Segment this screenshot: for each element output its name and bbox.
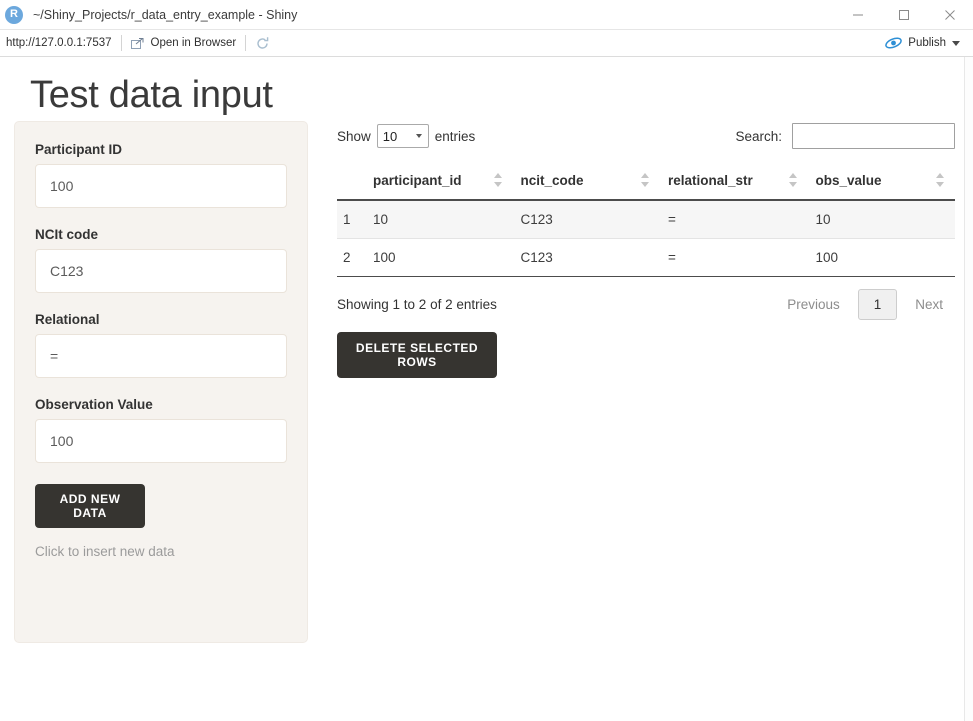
window-title: ~/Shiny_Projects/r_data_entry_example - … — [33, 7, 298, 22]
cell-obs-value: 100 — [807, 238, 955, 277]
add-new-data-button[interactable]: ADD NEW DATA — [35, 484, 145, 528]
show-label: Show — [337, 128, 371, 144]
row-index: 1 — [337, 200, 365, 239]
sidebar-panel: Participant ID 100 NCIt code C123 Relati… — [14, 121, 308, 643]
window-titlebar: R ~/Shiny_Projects/r_data_entry_example … — [0, 0, 973, 30]
toolbar-divider-1 — [120, 35, 122, 51]
publish-button[interactable]: Publish — [885, 36, 960, 50]
cell-ncit-code: C123 — [512, 238, 660, 277]
search-label: Search: — [735, 128, 782, 144]
window-controls — [835, 0, 973, 30]
search-input[interactable] — [792, 123, 955, 149]
field-group-participant-id: Participant ID 100 — [35, 142, 287, 208]
cell-ncit-code: C123 — [512, 200, 660, 239]
publish-icon — [885, 36, 903, 50]
application-window: R ~/Shiny_Projects/r_data_entry_example … — [0, 0, 973, 721]
app-url[interactable]: http://127.0.0.1:7537 — [6, 37, 112, 49]
field-group-relational: Relational = — [35, 312, 287, 378]
relational-label: Relational — [35, 312, 100, 327]
pagination: Previous 1 Next — [775, 288, 955, 320]
datatable-controls: Show 10 entries Search: — [337, 121, 955, 151]
row-index: 2 — [337, 238, 365, 277]
column-header-obs-value[interactable]: obs_value — [807, 164, 955, 201]
relational-input[interactable]: = — [35, 334, 287, 378]
open-in-browser-button[interactable]: Open in Browser — [130, 37, 237, 50]
viewer-toolbar: http://127.0.0.1:7537 Open in Browser Pu… — [0, 30, 973, 57]
table-row[interactable]: 1 10 C123 = 10 — [337, 200, 955, 239]
table-header-row: participant_id ncit_code relational_str … — [337, 164, 955, 201]
datatable-footer: Showing 1 to 2 of 2 entries Previous 1 N… — [337, 288, 955, 320]
close-icon — [945, 9, 955, 20]
participant-id-input[interactable]: 100 — [35, 164, 287, 208]
column-header-relational-str[interactable]: relational_str — [660, 164, 808, 201]
r-logo-icon: R — [5, 5, 23, 24]
sort-arrows-icon — [936, 173, 945, 187]
delete-selected-rows-button[interactable]: DELETE SELECTED ROWS — [337, 332, 497, 378]
cell-relational-str: = — [660, 200, 808, 239]
refresh-button[interactable] — [255, 36, 270, 51]
chevron-down-icon — [415, 134, 422, 138]
ncit-code-input[interactable]: C123 — [35, 249, 287, 293]
pagination-next-button[interactable]: Next — [903, 291, 955, 318]
column-header-ncit-code[interactable]: ncit_code — [512, 164, 660, 201]
shiny-app-page: Test data input Participant ID 100 NCIt … — [0, 57, 965, 721]
sort-arrows-icon — [493, 173, 503, 187]
entries-label: entries — [434, 128, 476, 144]
publish-label: Publish — [908, 37, 946, 49]
ncit-code-label: NCIt code — [35, 227, 99, 242]
column-header-relational-str-label: relational_str — [668, 173, 753, 188]
cell-relational-str: = — [660, 238, 808, 277]
cell-participant-id: 100 — [365, 238, 513, 277]
field-group-ncit-code: NCIt code C123 — [35, 227, 287, 293]
table-row[interactable]: 2 100 C123 = 100 — [337, 238, 955, 277]
participant-id-label: Participant ID — [35, 142, 123, 157]
sort-arrows-icon — [641, 173, 650, 187]
table-body: 1 10 C123 = 10 2 100 C123 = 100 — [337, 200, 955, 277]
refresh-icon — [255, 36, 270, 51]
pagination-page-1-button[interactable]: 1 — [857, 288, 898, 320]
data-table: participant_id ncit_code relational_str … — [337, 164, 955, 277]
table-head: participant_id ncit_code relational_str … — [337, 164, 955, 201]
close-button[interactable] — [927, 0, 973, 30]
chevron-down-icon — [952, 40, 960, 46]
window-right-edge — [964, 57, 973, 721]
field-group-observation-value: Observation Value 100 — [35, 397, 287, 463]
maximize-icon — [899, 9, 909, 20]
main-panel: Show 10 entries Search: participant_id n… — [337, 121, 955, 378]
column-header-participant-id[interactable]: participant_id — [365, 164, 513, 201]
toolbar-divider-2 — [245, 35, 247, 51]
open-in-browser-label: Open in Browser — [150, 37, 237, 49]
column-header-index — [337, 164, 365, 201]
page-length-select[interactable]: 10 — [376, 124, 429, 148]
column-header-obs-value-label: obs_value — [815, 173, 882, 188]
page-title: Test data input — [30, 74, 273, 116]
cell-obs-value: 10 — [807, 200, 955, 239]
pagination-previous-button[interactable]: Previous — [775, 291, 852, 318]
search-control: Search: — [735, 123, 955, 149]
column-header-ncit-code-label: ncit_code — [520, 173, 584, 188]
page-length-value: 10 — [382, 128, 398, 144]
cell-participant-id: 10 — [365, 200, 513, 239]
observation-value-input[interactable]: 100 — [35, 419, 287, 463]
sort-arrows-icon — [788, 173, 798, 187]
table-info: Showing 1 to 2 of 2 entries — [337, 296, 497, 312]
column-header-participant-id-label: participant_id — [373, 173, 462, 188]
minimize-icon — [853, 14, 863, 15]
add-data-helper-text: Click to insert new data — [35, 544, 175, 559]
page-length-control: Show 10 entries — [337, 124, 475, 148]
external-window-icon — [130, 37, 145, 50]
observation-value-label: Observation Value — [35, 397, 153, 412]
minimize-button[interactable] — [835, 0, 881, 30]
maximize-button[interactable] — [881, 0, 927, 30]
